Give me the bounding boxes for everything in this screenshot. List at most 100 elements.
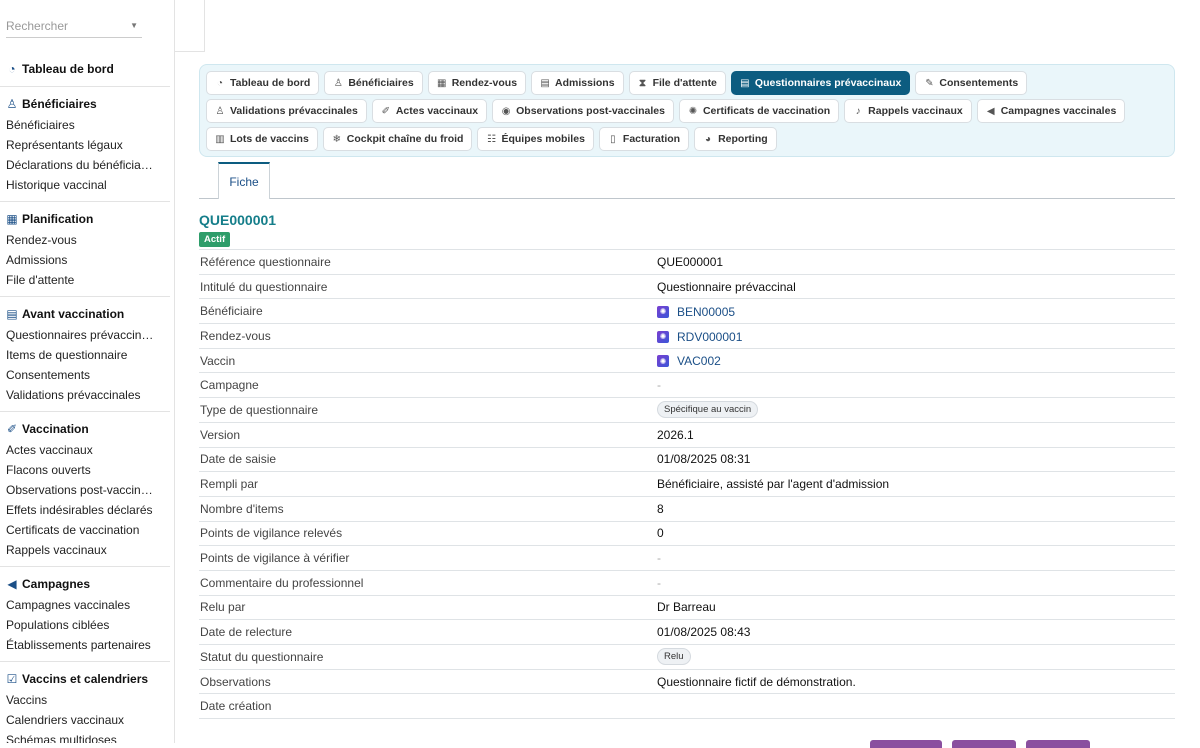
sidebar-toggle-area bbox=[175, 0, 205, 52]
sidebar-item[interactable]: Rendez-vous bbox=[6, 230, 166, 250]
sidebar-item[interactable]: Validations prévaccinales bbox=[6, 385, 166, 405]
sidebar-group-title[interactable]: ◔ Tableau de bord bbox=[6, 58, 170, 80]
sidebar-group: ▦ Planification Rendez-vous Admissions File … bbox=[0, 202, 170, 297]
tab-reporting[interactable]: ◕ Reporting bbox=[694, 127, 777, 151]
hourglass-icon: ⧗ bbox=[639, 77, 647, 89]
sidebar-item[interactable]: Vaccins bbox=[6, 690, 166, 710]
footer-button[interactable] bbox=[1026, 740, 1090, 748]
gauge-icon: ◔ bbox=[8, 62, 16, 76]
table-row: Bénéficiaire ✺ BEN00005 bbox=[199, 298, 1175, 325]
sidebar-group-title: ▤ Avant vaccination bbox=[6, 303, 170, 325]
record-link[interactable]: ✺ VAC002 bbox=[657, 354, 721, 368]
calendar-icon: ▦ bbox=[6, 212, 18, 226]
table-row: Points de vigilance à vérifier - bbox=[199, 545, 1175, 571]
sidebar-item[interactable]: Schémas multidoses bbox=[6, 730, 166, 743]
tab--quipes-mobiles[interactable]: ☷ Équipes mobiles bbox=[477, 127, 594, 151]
link-text: RDV000001 bbox=[677, 329, 743, 344]
value-text: 2026.1 bbox=[657, 427, 694, 442]
table-row: Vaccin ✺ VAC002 bbox=[199, 348, 1175, 374]
field-value: Relu bbox=[656, 644, 1175, 670]
tab-consentements[interactable]: ✎ Consentements bbox=[915, 71, 1028, 95]
sidebar-item[interactable]: Bénéficiaires bbox=[6, 115, 166, 135]
tab-fiche[interactable]: Fiche bbox=[218, 162, 270, 199]
field-label: Points de vigilance relevés bbox=[199, 521, 656, 547]
search-select[interactable]: Rechercher ▼ bbox=[6, 14, 142, 38]
sidebar-group-label: Vaccins et calendriers bbox=[22, 672, 149, 686]
app-icon: ✺ bbox=[657, 355, 669, 368]
sidebar-item[interactable]: Rappels vaccinaux bbox=[6, 540, 166, 560]
value-text: Bénéficiaire, assisté par l'agent d'admi… bbox=[657, 477, 890, 492]
link-text: VAC002 bbox=[677, 354, 721, 369]
table-row: Observations Questionnaire fictif de démo… bbox=[199, 669, 1175, 695]
sidebar-item[interactable]: Déclarations du bénéficia… bbox=[6, 155, 166, 175]
sidebar-item[interactable]: Admissions bbox=[6, 250, 166, 270]
field-value: 2026.1 bbox=[656, 422, 1175, 448]
record-title: QUE000001 bbox=[199, 212, 277, 228]
field-value: 01/08/2025 08:31 bbox=[656, 447, 1175, 473]
tab-actes-vaccinaux[interactable]: ✐ Actes vaccinaux bbox=[371, 99, 488, 123]
field-label: Rempli par bbox=[199, 471, 656, 497]
tab-tableau-de-bord[interactable]: ◔ Tableau de bord bbox=[206, 71, 320, 95]
tab-lots-de-vaccins[interactable]: ▥ Lots de vaccins bbox=[206, 127, 318, 151]
sidebar-item[interactable]: Calendriers vaccinaux bbox=[6, 710, 166, 730]
syringe-icon: ✐ bbox=[6, 422, 18, 436]
tab-validations-pr-vaccinales[interactable]: ♙ Validations prévaccinales bbox=[206, 99, 367, 123]
sidebar-item[interactable]: Flacons ouverts bbox=[6, 460, 166, 480]
tab-campagnes-vaccinales[interactable]: ◀ Campagnes vaccinales bbox=[976, 99, 1126, 123]
sidebar-item[interactable]: Historique vaccinal bbox=[6, 175, 166, 195]
field-value: ✺ VAC002 bbox=[656, 348, 1175, 374]
people-icon: ♙ bbox=[333, 77, 343, 89]
sidebar-item[interactable]: Items de questionnaire bbox=[6, 345, 166, 365]
record-link[interactable]: ✺ BEN00005 bbox=[657, 305, 735, 319]
tab-facturation[interactable]: ▯ Facturation bbox=[598, 127, 690, 151]
field-value: 0 bbox=[656, 521, 1175, 547]
sidebar-item[interactable]: Consentements bbox=[6, 365, 166, 385]
field-label: Version bbox=[199, 422, 656, 448]
footer-actions bbox=[870, 740, 1090, 748]
field-label: Nombre d'items bbox=[199, 496, 656, 522]
sidebar-item[interactable]: Questionnaires prévaccin… bbox=[6, 325, 166, 345]
empty-value: - bbox=[657, 575, 661, 590]
field-label: Relu par bbox=[199, 595, 656, 621]
tab-rendez-vous[interactable]: ▦ Rendez-vous bbox=[427, 71, 527, 95]
table-row: Statut du questionnaire Relu bbox=[199, 644, 1175, 670]
footer-button[interactable] bbox=[870, 740, 942, 748]
sidebar-item[interactable]: Représentants légaux bbox=[6, 135, 166, 155]
sidebar-item[interactable]: Effets indésirables déclarés bbox=[6, 500, 166, 520]
field-value: QUE000001 bbox=[656, 249, 1175, 275]
sidebar-item[interactable]: Établissements partenaires bbox=[6, 635, 166, 655]
chevron-down-icon[interactable]: ▼ bbox=[130, 14, 138, 38]
tab-certificats-de-vaccination[interactable]: ✺ Certificats de vaccination bbox=[678, 99, 840, 123]
sidebar-item[interactable]: Observations post-vaccin… bbox=[6, 480, 166, 500]
sidebar-item[interactable]: Certificats de vaccination bbox=[6, 520, 166, 540]
tab-observations-post-vaccinales[interactable]: ◉ Observations post-vaccinales bbox=[492, 99, 674, 123]
table-row: Référence questionnaire QUE000001 bbox=[199, 249, 1175, 275]
value-pill: Relu bbox=[657, 648, 691, 666]
field-value: Questionnaire fictif de démonstration. bbox=[656, 669, 1175, 695]
tab-admissions[interactable]: ▤ Admissions bbox=[531, 71, 624, 95]
tab-cockpit-cha-ne-du-froid[interactable]: ❄ Cockpit chaîne du froid bbox=[322, 127, 473, 151]
tab-label: Reporting bbox=[718, 133, 768, 145]
tab-rappels-vaccinaux[interactable]: ♪ Rappels vaccinaux bbox=[844, 99, 972, 123]
sidebar-group-label: Planification bbox=[22, 212, 94, 226]
field-value: Spécifique au vaccin bbox=[656, 397, 1175, 423]
tab-label: Équipes mobiles bbox=[501, 133, 585, 145]
record-link[interactable]: ✺ RDV000001 bbox=[657, 330, 742, 344]
tab-file-d-attente[interactable]: ⧗ File d'attente bbox=[628, 71, 726, 95]
sidebar-group: ✐ Vaccination Actes vaccinaux Flacons ouver… bbox=[0, 412, 170, 567]
tab-questionnaires-pr-vaccinaux[interactable]: ▤ Questionnaires prévaccinaux bbox=[730, 71, 911, 95]
sidebar-item[interactable]: Populations ciblées bbox=[6, 615, 166, 635]
sidebar-item[interactable]: Campagnes vaccinales bbox=[6, 595, 166, 615]
sidebar-group-label: Vaccination bbox=[22, 422, 89, 436]
tab-label: Lots de vaccins bbox=[230, 133, 309, 145]
sidebar-group: ◔ Tableau de bord bbox=[0, 52, 170, 87]
field-label: Commentaire du professionnel bbox=[199, 570, 656, 596]
sidebar-group-title: ☑ Vaccins et calendriers bbox=[6, 668, 170, 690]
sidebar-item[interactable]: Actes vaccinaux bbox=[6, 440, 166, 460]
sidebar-item[interactable]: File d'attente bbox=[6, 270, 166, 290]
eye-icon: ◉ bbox=[501, 105, 511, 117]
table-row: Rendez-vous ✺ RDV000001 bbox=[199, 323, 1175, 349]
barcode-icon: ▥ bbox=[215, 133, 225, 145]
tab-b-n-ficiaires[interactable]: ♙ Bénéficiaires bbox=[324, 71, 423, 95]
footer-button[interactable] bbox=[952, 740, 1016, 748]
